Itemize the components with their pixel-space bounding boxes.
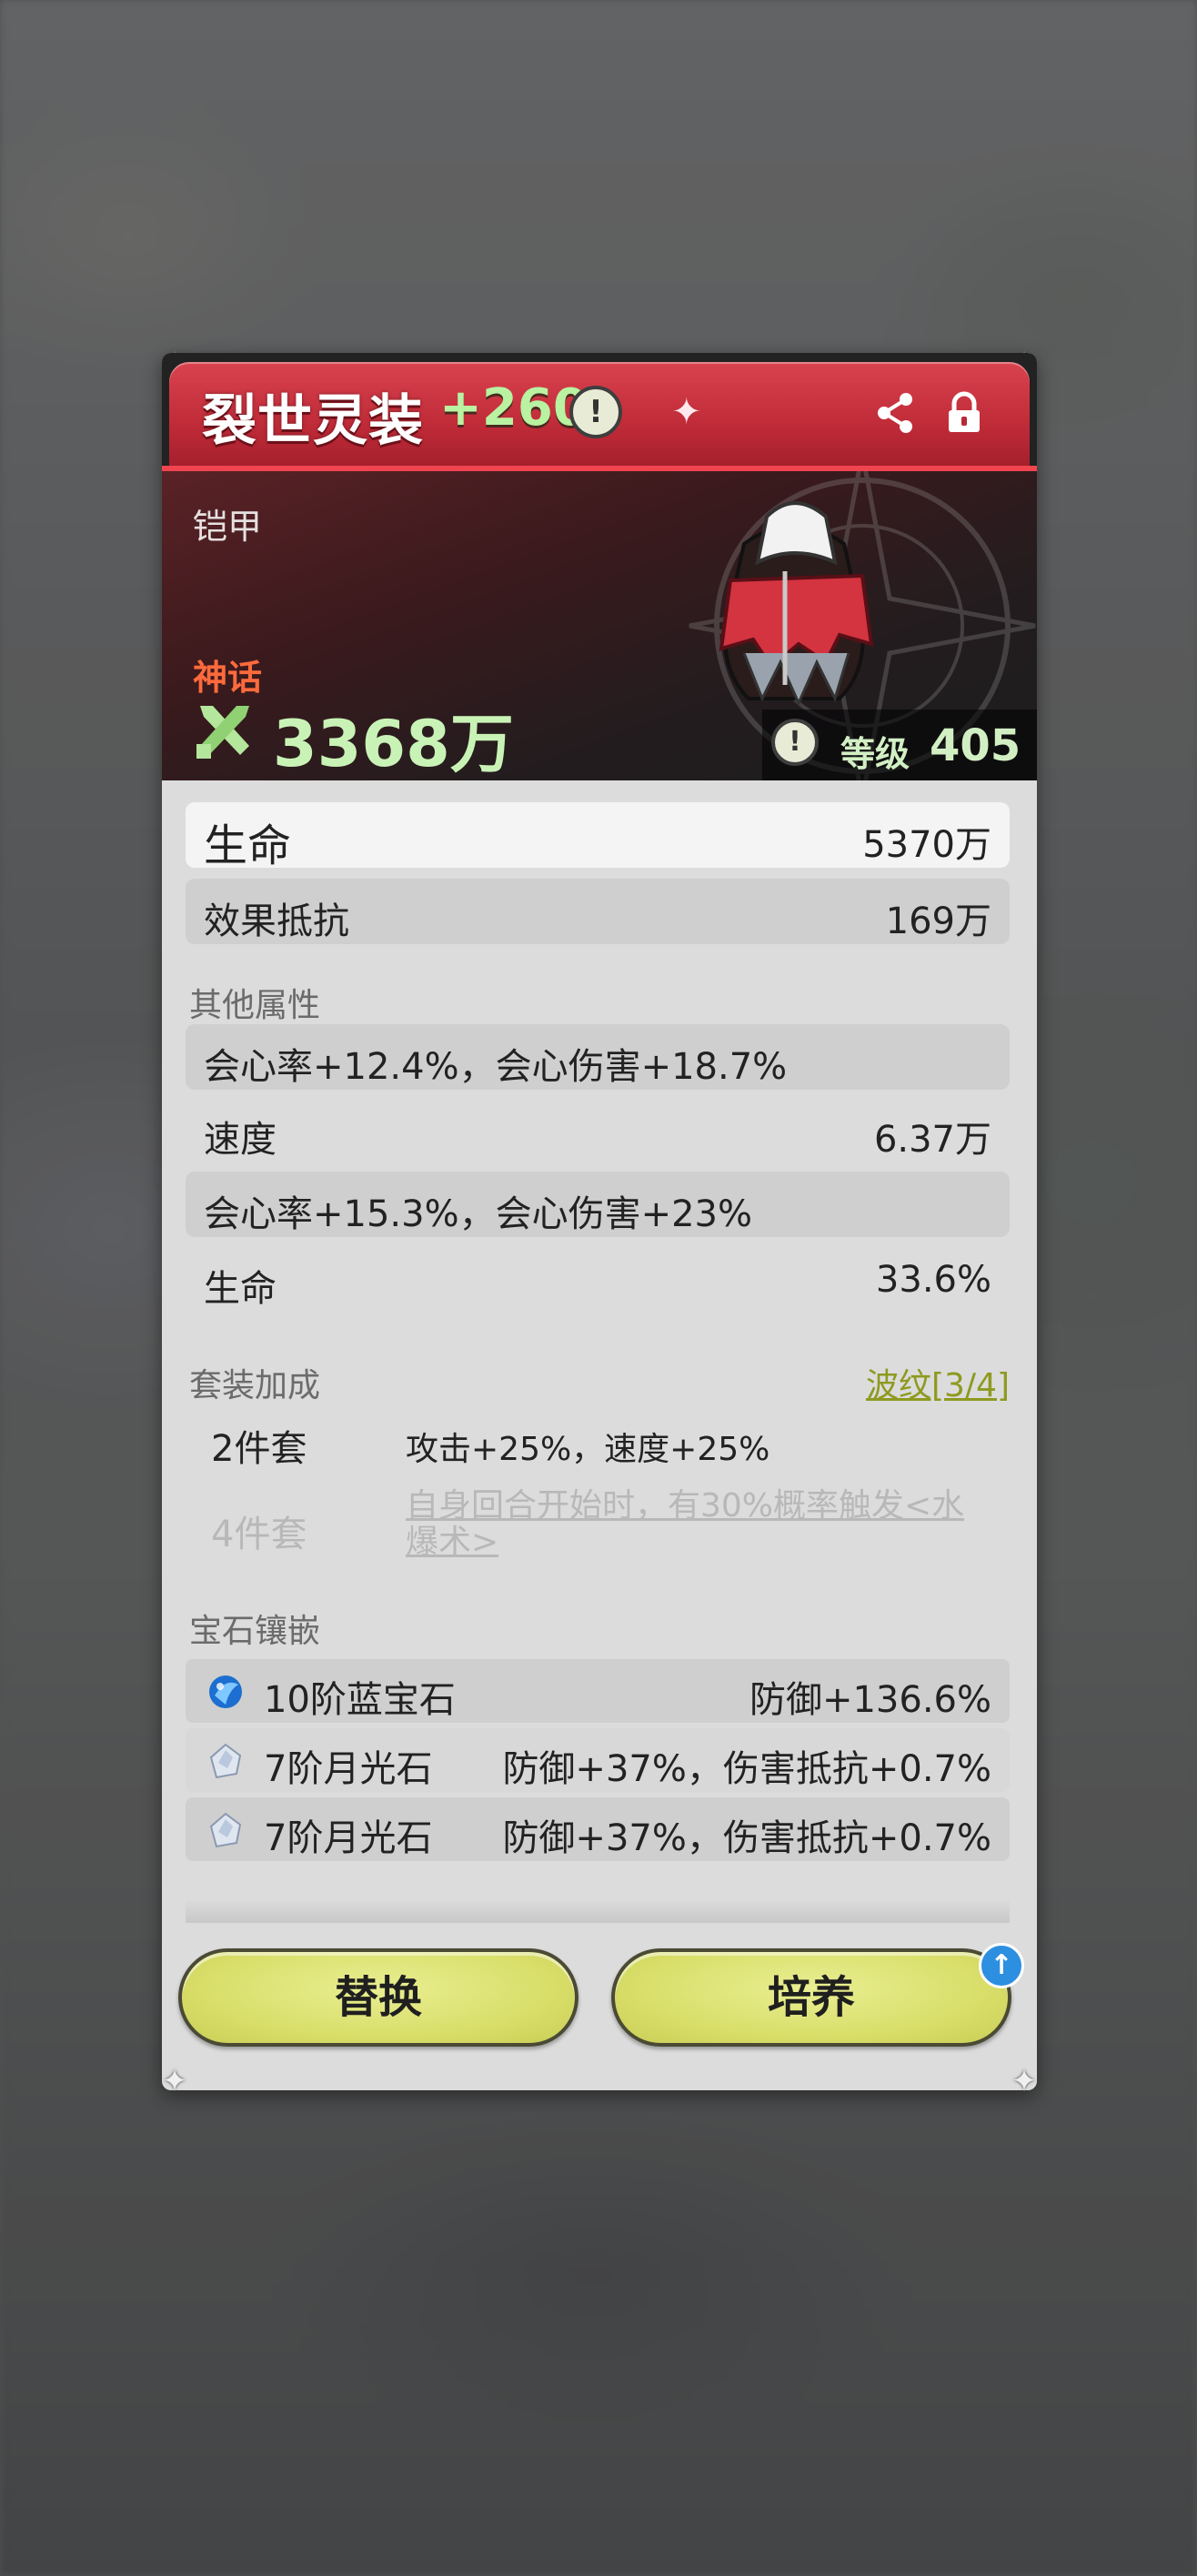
stat-value: 169万 bbox=[885, 901, 991, 942]
attribute-row: 会心率+15.3%，会心伤害+23% bbox=[186, 1172, 1010, 1237]
main-stat-row: 效果抵抗 169万 bbox=[186, 879, 1010, 944]
set-bonus-name: 2件套 bbox=[211, 1428, 307, 1470]
level-info-icon[interactable]: ! bbox=[771, 719, 819, 766]
section-title-gems: 宝石镶嵌 bbox=[189, 1613, 321, 1650]
gem-effect: 防御+37%，伤害抵抗+0.7% bbox=[502, 1748, 991, 1790]
set-bonus-description-inactive[interactable]: 自身回合开始时，有30%概率触发<水爆术> bbox=[406, 1488, 988, 1561]
attribute-label: 会心率+12.4%，会心伤害+18.7% bbox=[204, 1046, 788, 1088]
crossed-swords-icon bbox=[196, 706, 249, 759]
main-stat-row: 生命 5370万 bbox=[186, 802, 1010, 871]
attribute-value: 6.37万 bbox=[873, 1119, 991, 1161]
equipment-banner: 铠甲 神话 3368万 ! 等级 405 bbox=[162, 471, 1037, 780]
attribute-row: 会心率+12.4%，会心伤害+18.7% bbox=[186, 1024, 1010, 1090]
equipment-name: 裂世灵装 bbox=[202, 389, 424, 453]
set-progress-link[interactable]: 波纹[3/4] bbox=[866, 1359, 1010, 1406]
gem-name: 7阶月光石 bbox=[264, 1817, 433, 1859]
level-label: 等级 bbox=[840, 734, 910, 774]
moonstone-icon bbox=[209, 1812, 242, 1848]
attribute-label: 速度 bbox=[204, 1119, 277, 1161]
section-title-set-bonus: 套装加成 bbox=[189, 1367, 321, 1404]
sparkle-icon: ✦ bbox=[671, 391, 702, 433]
stat-label: 生命 bbox=[204, 820, 292, 871]
attribute-label: 会心率+15.3%，会心伤害+23% bbox=[204, 1193, 753, 1235]
corner-ornament-bottom-left: ✦ bbox=[161, 2063, 188, 2099]
attribute-label: 生命 bbox=[204, 1268, 277, 1310]
sapphire-icon bbox=[209, 1675, 242, 1708]
level-value: 405 bbox=[930, 720, 1021, 771]
moonstone-icon bbox=[209, 1743, 242, 1779]
gem-slot[interactable]: 10阶蓝宝石 防御+136.6% bbox=[186, 1659, 1010, 1723]
info-icon[interactable]: ! bbox=[569, 386, 622, 438]
equipment-detail-card: ✦ ✦ ✦ ✦ 裂世灵装 +260 ! ✦ 铠甲 神话 bbox=[162, 346, 1038, 2099]
gem-slot[interactable]: 7阶月光石 防御+37%，伤害抵抗+0.7% bbox=[186, 1728, 1010, 1792]
gem-effect: 防御+37%，伤害抵抗+0.7% bbox=[502, 1817, 991, 1859]
stat-label: 效果抵抗 bbox=[204, 901, 349, 942]
rarity-label: 神话 bbox=[193, 658, 263, 698]
attribute-row: 生命 33.6% bbox=[186, 1246, 1010, 1312]
train-button[interactable]: 培养 bbox=[611, 1948, 1011, 2047]
set-bonus-description: 攻击+25%，速度+25% bbox=[406, 1431, 770, 1468]
card-header: 裂世灵装 +260 ! ✦ bbox=[162, 353, 1037, 469]
attribute-value: 33.6% bbox=[875, 1259, 991, 1301]
set-bonus-name-inactive: 4件套 bbox=[211, 1514, 307, 1555]
attribute-row: 速度 6.37万 bbox=[186, 1097, 1010, 1162]
gem-effect: 防御+136.6% bbox=[749, 1679, 991, 1721]
section-title-other-attributes: 其他属性 bbox=[189, 987, 321, 1024]
equipment-type: 铠甲 bbox=[193, 507, 263, 547]
gem-name: 7阶月光石 bbox=[264, 1748, 433, 1790]
corner-ornament-bottom-right: ✦ bbox=[1011, 2063, 1038, 2099]
enhance-level: +260 bbox=[439, 378, 588, 438]
gem-slot[interactable]: 7阶月光石 防御+37%，伤害抵抗+0.7% bbox=[186, 1797, 1010, 1861]
share-icon[interactable] bbox=[871, 389, 919, 437]
stat-value: 5370万 bbox=[862, 824, 991, 866]
combat-power: 3368万 bbox=[273, 707, 514, 780]
armor-icon bbox=[719, 501, 874, 707]
replace-button[interactable]: 替换 bbox=[178, 1948, 578, 2047]
gem-name: 10阶蓝宝石 bbox=[264, 1679, 456, 1721]
upgrade-arrow-icon: ↑ bbox=[979, 1943, 1024, 1988]
scroll-fade-divider bbox=[186, 1899, 1010, 1923]
lock-icon[interactable] bbox=[940, 389, 988, 437]
